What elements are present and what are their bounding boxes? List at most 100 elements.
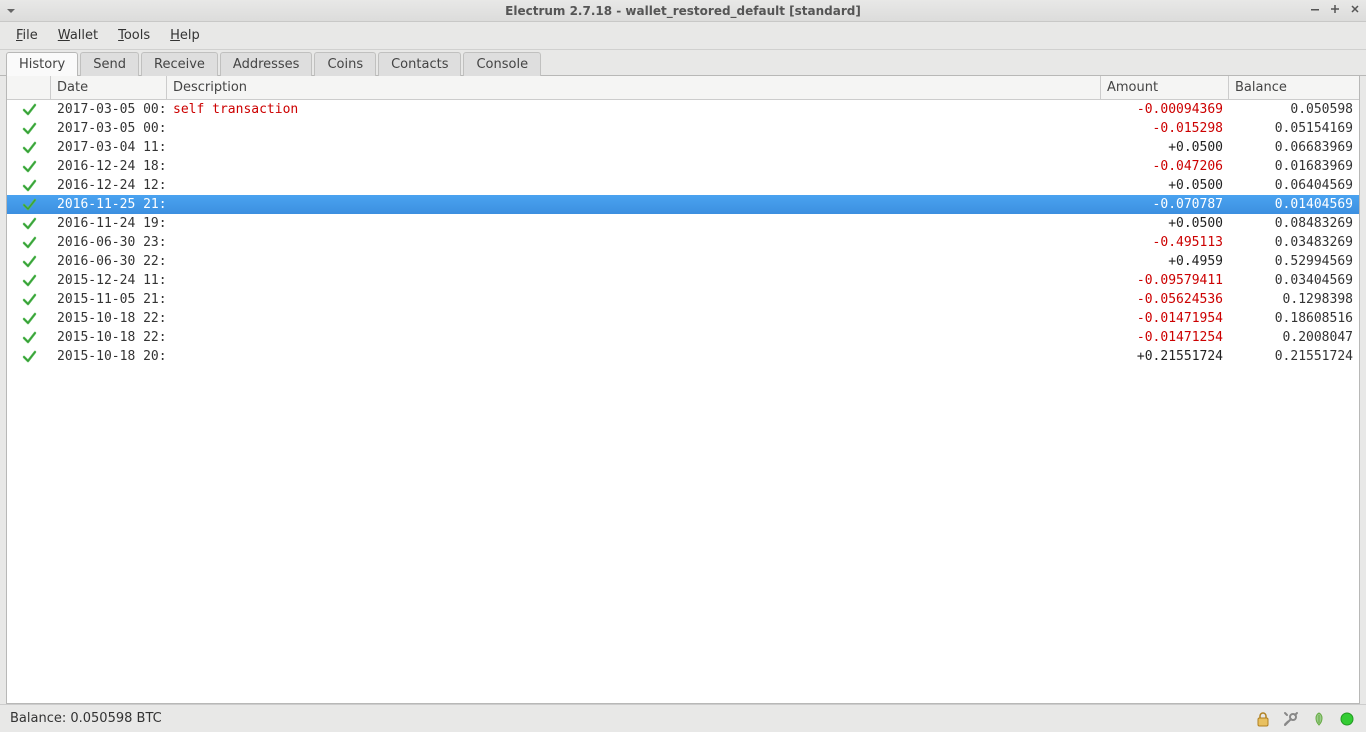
cell-date: 2017-03-04 11:54: [51, 140, 167, 155]
column-header-balance[interactable]: Balance: [1229, 76, 1359, 99]
cell-amount: -0.01471254: [1101, 330, 1229, 345]
cell-date: 2016-12-24 18:03: [51, 159, 167, 174]
cell-amount: -0.09579411: [1101, 273, 1229, 288]
cell-date: 2016-11-25 21:06: [51, 197, 167, 212]
cell-date: 2017-03-05 00:40: [51, 121, 167, 136]
cell-balance: 0.03404569: [1229, 273, 1359, 288]
table-row[interactable]: 2015-10-18 22:59-0.014719540.18608516: [7, 309, 1359, 328]
network-status-icon[interactable]: [1338, 710, 1356, 728]
cell-date: 2015-12-24 11:17: [51, 273, 167, 288]
preferences-icon[interactable]: [1282, 710, 1300, 728]
table-row[interactable]: 2015-10-18 22:28 -0.014712540.2008047: [7, 328, 1359, 347]
confirmed-icon: [7, 330, 51, 346]
cell-balance: 0.52994569: [1229, 254, 1359, 269]
statusbar: Balance: 0.050598 BTC: [0, 704, 1366, 732]
confirmed-icon: [7, 159, 51, 175]
close-button[interactable]: [1350, 3, 1360, 18]
table-row[interactable]: 2017-03-05 00:40 -0.0152980.05154169: [7, 119, 1359, 138]
tab-history[interactable]: History: [6, 52, 78, 76]
confirmed-icon: [7, 140, 51, 156]
confirmed-icon: [7, 311, 51, 327]
cell-balance: 0.050598: [1229, 102, 1359, 117]
cell-balance: 0.06683969: [1229, 140, 1359, 155]
transaction-list[interactable]: 2017-03-05 00:40self transaction-0.00094…: [7, 100, 1359, 703]
menu-help[interactable]: Help: [162, 25, 208, 46]
cell-date: 2015-11-05 21:16: [51, 292, 167, 307]
cell-balance: 0.05154169: [1229, 121, 1359, 136]
cell-amount: -0.047206: [1101, 159, 1229, 174]
tab-send[interactable]: Send: [80, 52, 139, 76]
cell-description: self transaction: [167, 102, 1101, 117]
cell-balance: 0.18608516: [1229, 311, 1359, 326]
tab-console[interactable]: Console: [463, 52, 541, 76]
table-row[interactable]: 2017-03-04 11:54 +0.05000.06683969: [7, 138, 1359, 157]
tabbar: History Send Receive Addresses Coins Con…: [0, 50, 1366, 76]
menu-file[interactable]: File: [8, 25, 46, 46]
cell-date: 2016-12-24 12:51: [51, 178, 167, 193]
table-header: Date Description Amount Balance: [7, 76, 1359, 100]
menu-wallet[interactable]: Wallet: [50, 25, 106, 46]
lock-icon[interactable]: [1254, 710, 1272, 728]
cell-balance: 0.06404569: [1229, 178, 1359, 193]
app-menu-dropdown-icon[interactable]: [0, 6, 22, 16]
table-row[interactable]: 2016-06-30 22:49 +0.49590.52994569: [7, 252, 1359, 271]
tab-contacts[interactable]: Contacts: [378, 52, 461, 76]
confirmed-icon: [7, 197, 51, 213]
window-titlebar: Electrum 2.7.18 - wallet_restored_defaul…: [0, 0, 1366, 22]
minimize-button[interactable]: [1310, 3, 1320, 18]
confirmed-icon: [7, 254, 51, 270]
cell-balance: 0.03483269: [1229, 235, 1359, 250]
cell-balance: 0.01404569: [1229, 197, 1359, 212]
maximize-button[interactable]: [1330, 3, 1340, 18]
cell-date: 2016-06-30 22:49: [51, 254, 167, 269]
column-header-status[interactable]: [7, 76, 51, 99]
column-header-description[interactable]: Description: [167, 76, 1101, 99]
cell-balance: 0.08483269: [1229, 216, 1359, 231]
cell-date: 2016-06-30 23:06: [51, 235, 167, 250]
cell-amount: -0.015298: [1101, 121, 1229, 136]
window-title: Electrum 2.7.18 - wallet_restored_defaul…: [0, 4, 1366, 18]
cell-amount: -0.00094369: [1101, 102, 1229, 117]
tab-addresses[interactable]: Addresses: [220, 52, 313, 76]
menu-tools[interactable]: Tools: [110, 25, 158, 46]
cell-date: 2015-10-18 20:44: [51, 349, 167, 364]
cell-amount: +0.4959: [1101, 254, 1229, 269]
cell-amount: -0.070787: [1101, 197, 1229, 212]
confirmed-icon: [7, 235, 51, 251]
balance-label: Balance: 0.050598 BTC: [10, 711, 162, 726]
cell-amount: +0.0500: [1101, 216, 1229, 231]
confirmed-icon: [7, 273, 51, 289]
confirmed-icon: [7, 292, 51, 308]
cell-amount: -0.05624536: [1101, 292, 1229, 307]
table-row[interactable]: 2015-11-05 21:16 -0.056245360.1298398: [7, 290, 1359, 309]
cell-balance: 0.2008047: [1229, 330, 1359, 345]
cell-amount: +0.21551724: [1101, 349, 1229, 364]
table-row[interactable]: 2017-03-05 00:40self transaction-0.00094…: [7, 100, 1359, 119]
confirmed-icon: [7, 216, 51, 232]
table-row[interactable]: 2016-12-24 12:51 +0.05000.06404569: [7, 176, 1359, 195]
seed-icon[interactable]: [1310, 710, 1328, 728]
tab-coins[interactable]: Coins: [314, 52, 376, 76]
confirmed-icon: [7, 178, 51, 194]
cell-balance: 0.21551724: [1229, 349, 1359, 364]
cell-date: 2017-03-05 00:40: [51, 102, 167, 117]
column-header-date[interactable]: Date: [51, 76, 167, 99]
table-row[interactable]: 2016-11-24 19:48 +0.05000.08483269: [7, 214, 1359, 233]
cell-date: 2016-11-24 19:48: [51, 216, 167, 231]
table-row[interactable]: 2016-06-30 23:06 -0.4951130.03483269: [7, 233, 1359, 252]
column-header-amount[interactable]: Amount: [1101, 76, 1229, 99]
tab-receive[interactable]: Receive: [141, 52, 218, 76]
cell-date: 2015-10-18 22:28: [51, 330, 167, 345]
confirmed-icon: [7, 102, 51, 118]
cell-amount: +0.0500: [1101, 178, 1229, 193]
confirmed-icon: [7, 121, 51, 137]
table-row[interactable]: 2015-10-18 20:44 +0.215517240.21551724: [7, 347, 1359, 366]
cell-amount: -0.495113: [1101, 235, 1229, 250]
table-row[interactable]: 2016-11-25 21:06 -0.0707870.01404569: [7, 195, 1359, 214]
cell-date: 2015-10-18 22:59: [51, 311, 167, 326]
menubar: File Wallet Tools Help: [0, 22, 1366, 50]
cell-amount: +0.0500: [1101, 140, 1229, 155]
table-row[interactable]: 2015-12-24 11:17 -0.095794110.03404569: [7, 271, 1359, 290]
cell-balance: 0.1298398: [1229, 292, 1359, 307]
table-row[interactable]: 2016-12-24 18:03-0.0472060.01683969: [7, 157, 1359, 176]
